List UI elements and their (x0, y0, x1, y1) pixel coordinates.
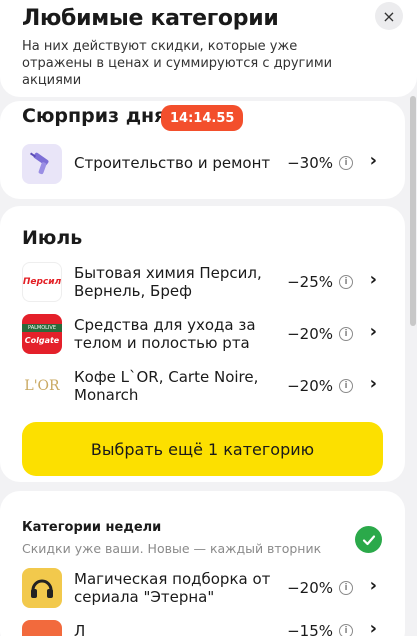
discount-value: −20% (287, 377, 333, 395)
page-subtitle: На них действуют скидки, которые уже отр… (22, 39, 333, 88)
page-title: Любимые категории (22, 6, 279, 31)
countdown-timer: 14:14.55 (161, 105, 244, 131)
discount-value: −25% (287, 273, 333, 291)
discount-value: −30% (287, 154, 333, 172)
info-icon[interactable]: i (339, 379, 353, 393)
lor-logo: L'OR (22, 366, 62, 406)
lor-logo-text: L'OR (24, 378, 60, 394)
info-icon[interactable]: i (339, 624, 353, 636)
chevron-right-icon[interactable]: › (370, 269, 377, 290)
palmolive-text: PALMOLIVE (22, 323, 62, 332)
category-label: Л (74, 622, 86, 636)
discount-value: −20% (287, 579, 333, 597)
week-subtitle: Скидки уже ваши. Новые — каждый вторник (22, 541, 322, 556)
info-icon[interactable]: i (339, 327, 353, 341)
week-title: Категории недели (22, 520, 162, 535)
choose-category-button[interactable]: Выбрать ещё 1 категорию (22, 422, 383, 476)
colgate-logo: PALMOLIVE Colgate (22, 314, 62, 354)
category-row[interactable]: PALMOLIVE Colgate Средства для ухода за … (0, 312, 405, 356)
july-card: Июль Персил Бытовая химия Персил, Вернел… (0, 206, 405, 482)
close-icon: × (382, 6, 396, 26)
category-label: Кофе L`OR, Carte Noire, Monarch (74, 368, 259, 404)
headphones-icon (22, 568, 62, 608)
category-row[interactable]: Л −15% i › (0, 618, 405, 636)
category-label: Магическая подборка от сериала "Этерна" (74, 570, 271, 606)
category-row[interactable]: Строительство и ремонт −30% i › (0, 142, 405, 186)
category-row[interactable]: Магическая подборка от сериала "Этерна" … (0, 566, 405, 610)
category-row[interactable]: Персил Бытовая химия Персил, Вернель, Бр… (0, 260, 405, 304)
info-icon[interactable]: i (339, 156, 353, 170)
chevron-right-icon[interactable]: › (370, 373, 377, 394)
category-row[interactable]: L'OR Кофе L`OR, Carte Noire, Monarch −20… (0, 364, 405, 408)
persil-logo-text: Персил (22, 277, 62, 287)
persil-logo: Персил (22, 262, 62, 302)
category-label: Строительство и ремонт (74, 154, 271, 172)
chevron-right-icon[interactable]: › (370, 321, 377, 342)
drill-icon (22, 144, 62, 184)
info-icon[interactable]: i (339, 275, 353, 289)
header: Любимые категории На них действуют скидк… (0, 0, 417, 97)
checkmark-icon (355, 526, 382, 553)
july-title: Июль (22, 227, 83, 249)
info-icon[interactable]: i (339, 581, 353, 595)
week-card: Категории недели Скидки уже ваши. Новые … (0, 491, 405, 636)
chevron-right-icon[interactable]: › (370, 575, 377, 596)
discount-value: −20% (287, 325, 333, 343)
surprise-title: Сюрприз дня (22, 105, 167, 127)
surprise-card: Сюрприз дня 14:14.55 Строительство и рем… (0, 101, 405, 199)
scrollbar[interactable] (410, 96, 416, 326)
close-button[interactable]: × (375, 2, 403, 30)
category-label: Бытовая химия Персил, Вернель, Бреф (74, 264, 262, 300)
colgate-text: Colgate (24, 335, 60, 345)
discount-value: −15% (287, 622, 333, 636)
category-label: Средства для ухода за телом и полостью р… (74, 316, 256, 352)
chevron-right-icon[interactable]: › (370, 150, 377, 171)
chevron-right-icon[interactable]: › (370, 618, 377, 636)
product-icon (22, 620, 62, 636)
